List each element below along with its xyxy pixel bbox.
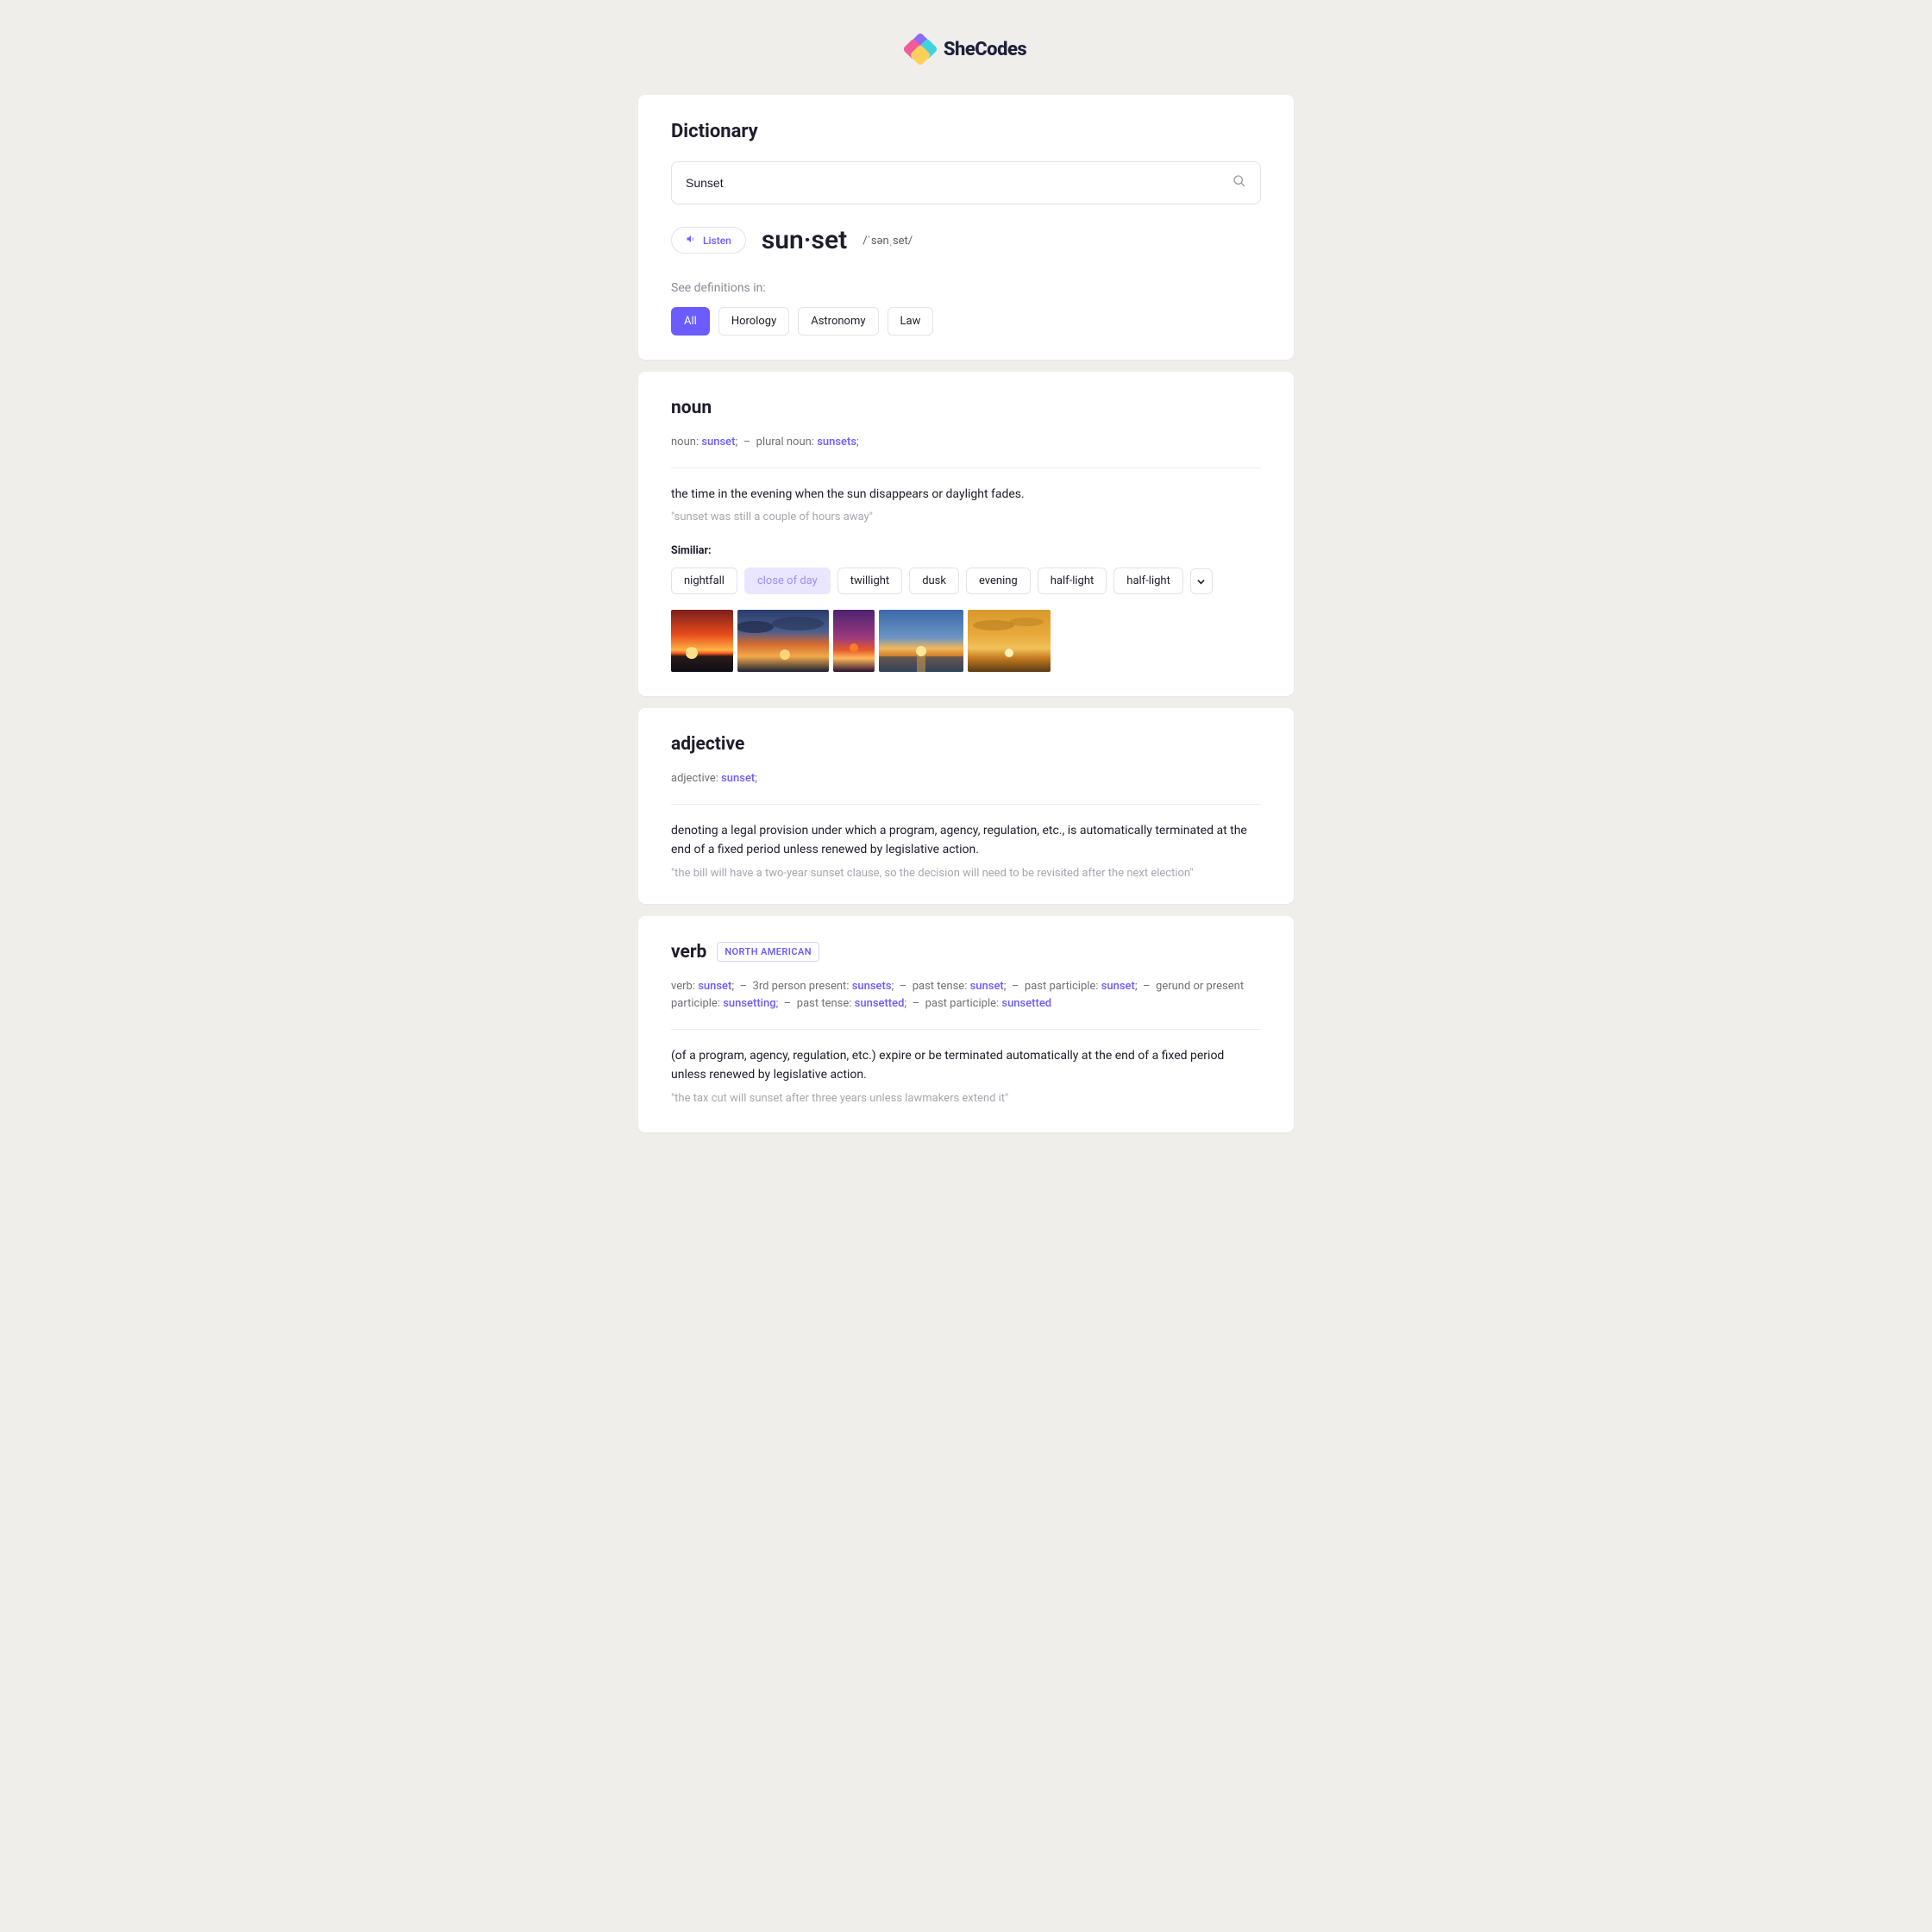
form-segment: 3rd person present: sunsets; bbox=[753, 980, 894, 993]
verb-card: verb NORTH AMERICAN verb: sunset; – 3rd … bbox=[638, 916, 1294, 1132]
image-gallery bbox=[671, 610, 1261, 672]
synonym-pill[interactable]: nightfall bbox=[671, 568, 737, 594]
region-chip: NORTH AMERICAN bbox=[717, 942, 819, 962]
noun-forms: noun: sunset; – plural noun: sunsets; bbox=[671, 434, 1261, 468]
see-definitions-label: See definitions in: bbox=[671, 281, 1261, 295]
category-row: All Horology Astronomy Law bbox=[671, 307, 1261, 336]
listen-label: Listen bbox=[703, 235, 731, 247]
synonym-pill[interactable]: dusk bbox=[909, 568, 959, 594]
verb-forms: verb: sunset; – 3rd person present: suns… bbox=[671, 978, 1261, 1031]
expand-synonyms-button[interactable] bbox=[1190, 568, 1213, 594]
synonym-pill[interactable]: evening bbox=[966, 568, 1031, 594]
category-law[interactable]: Law bbox=[888, 307, 934, 336]
form-segment: past participle: sunsetted bbox=[925, 997, 1052, 1010]
phonetic-text: /ˈsənˌset/ bbox=[862, 234, 913, 248]
category-astronomy[interactable]: Astronomy bbox=[798, 307, 878, 336]
adjective-title: adjective bbox=[671, 734, 1261, 755]
headword: sun·set bbox=[762, 225, 847, 255]
form-segment: plural noun: sunsets; bbox=[756, 436, 859, 448]
gallery-image[interactable] bbox=[879, 610, 963, 672]
synonym-pill[interactable]: half-light bbox=[1038, 568, 1107, 594]
adjective-card: adjective adjective: sunset; denoting a … bbox=[638, 708, 1294, 903]
brand-logo: SheCodes bbox=[638, 34, 1294, 64]
adjective-definition: denoting a legal provision under which a… bbox=[671, 822, 1261, 859]
noun-card: noun noun: sunset; – plural noun: sunset… bbox=[638, 372, 1294, 696]
logo-mark-icon bbox=[906, 34, 935, 64]
verb-definition: (of a program, agency, regulation, etc.)… bbox=[671, 1047, 1261, 1084]
noun-title: noun bbox=[671, 398, 1261, 418]
synonym-pill[interactable]: close of day bbox=[744, 568, 831, 594]
search-input[interactable] bbox=[686, 176, 1224, 190]
brand-name: SheCodes bbox=[944, 39, 1026, 60]
synonym-pill[interactable]: twillight bbox=[837, 568, 902, 594]
search-icon[interactable] bbox=[1233, 174, 1246, 191]
synonym-pill[interactable]: half-light bbox=[1113, 568, 1183, 594]
chevron-down-icon bbox=[1197, 573, 1205, 589]
search-card: Dictionary Listen sun·set /ˈsənˌset/ See… bbox=[638, 95, 1294, 360]
form-segment: verb: sunset; bbox=[671, 980, 734, 993]
gallery-image[interactable] bbox=[671, 610, 733, 672]
verb-quote: "the tax cut will sunset after three yea… bbox=[671, 1092, 1261, 1105]
category-horology[interactable]: Horology bbox=[718, 307, 789, 336]
form-segment: past tense: sunsetted; bbox=[797, 997, 906, 1010]
form-segment: adjective: sunset; bbox=[671, 772, 757, 785]
form-segment: past tense: sunset; bbox=[913, 980, 1007, 993]
category-all[interactable]: All bbox=[671, 307, 710, 336]
speaker-icon bbox=[686, 234, 696, 247]
noun-definition: the time in the evening when the sun dis… bbox=[671, 486, 1261, 505]
gallery-image[interactable] bbox=[968, 610, 1051, 672]
noun-quote: "sunset was still a couple of hours away… bbox=[671, 511, 1261, 524]
verb-title: verb bbox=[671, 942, 706, 963]
form-segment: noun: sunset; bbox=[671, 436, 737, 448]
similar-label: Similiar: bbox=[671, 544, 1261, 557]
adjective-quote: "the bill will have a two-year sunset cl… bbox=[671, 867, 1261, 880]
synonym-row: nightfall close of day twillight dusk ev… bbox=[671, 568, 1261, 594]
page-title: Dictionary bbox=[671, 121, 1261, 142]
adjective-forms: adjective: sunset; bbox=[671, 770, 1261, 805]
search-box[interactable] bbox=[671, 161, 1261, 204]
gallery-image[interactable] bbox=[737, 610, 829, 672]
listen-button[interactable]: Listen bbox=[671, 227, 746, 254]
form-segment: past participle: sunset; bbox=[1025, 980, 1138, 993]
gallery-image[interactable] bbox=[833, 610, 875, 672]
